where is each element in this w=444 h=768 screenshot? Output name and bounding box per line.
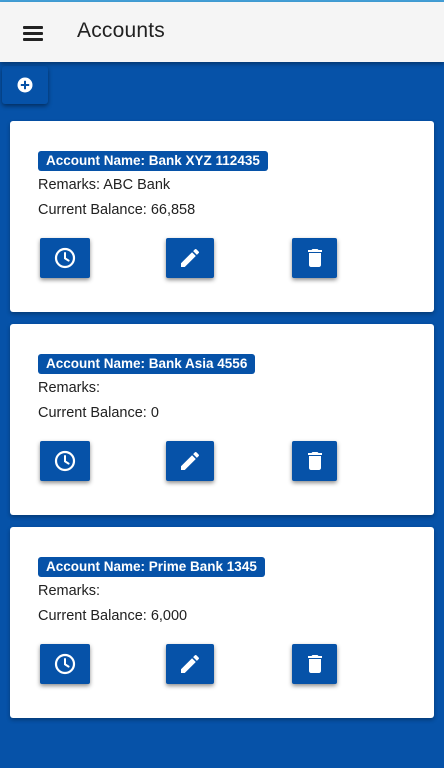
history-button[interactable]	[40, 441, 90, 481]
delete-button[interactable]	[292, 238, 337, 278]
trash-icon	[307, 452, 322, 470]
clock-icon	[54, 450, 76, 472]
history-button[interactable]	[40, 644, 90, 684]
account-remarks: Remarks:	[38, 380, 101, 396]
delete-button[interactable]	[292, 441, 337, 481]
clock-icon	[54, 247, 76, 269]
account-name-badge: Account Name: Prime Bank 1345	[38, 557, 265, 577]
trash-icon	[307, 249, 322, 267]
page-title: Accounts	[77, 19, 165, 42]
add-account-button[interactable]	[2, 66, 48, 104]
account-balance: Current Balance: 6,000	[38, 608, 188, 624]
clock-icon	[54, 653, 76, 675]
edit-button[interactable]	[166, 644, 214, 684]
edit-button[interactable]	[166, 238, 214, 278]
account-name-badge: Account Name: Bank Asia 4556	[38, 354, 256, 374]
account-card: Account Name: Bank Asia 4556 Remarks: Cu…	[10, 324, 434, 515]
account-balance: Current Balance: 0	[38, 405, 159, 421]
account-name-badge: Account Name: Bank XYZ 112435	[38, 151, 268, 171]
pencil-icon	[181, 451, 200, 470]
account-card: Account Name: Prime Bank 1345 Remarks: C…	[10, 527, 434, 718]
account-balance: Current Balance: 66,858	[38, 202, 196, 218]
trash-icon	[307, 655, 322, 673]
delete-button[interactable]	[292, 644, 337, 684]
account-remarks: Remarks:	[38, 583, 101, 599]
account-card: Account Name: Bank XYZ 112435 Remarks: A…	[10, 121, 434, 312]
pencil-icon	[181, 654, 200, 673]
app-bar: Accounts	[0, 2, 444, 62]
edit-button[interactable]	[166, 441, 214, 481]
add-circle-icon	[17, 77, 33, 93]
pencil-icon	[181, 248, 200, 267]
account-remarks: Remarks: ABC Bank	[38, 177, 171, 193]
menu-icon[interactable]	[18, 18, 48, 48]
history-button[interactable]	[40, 238, 90, 278]
